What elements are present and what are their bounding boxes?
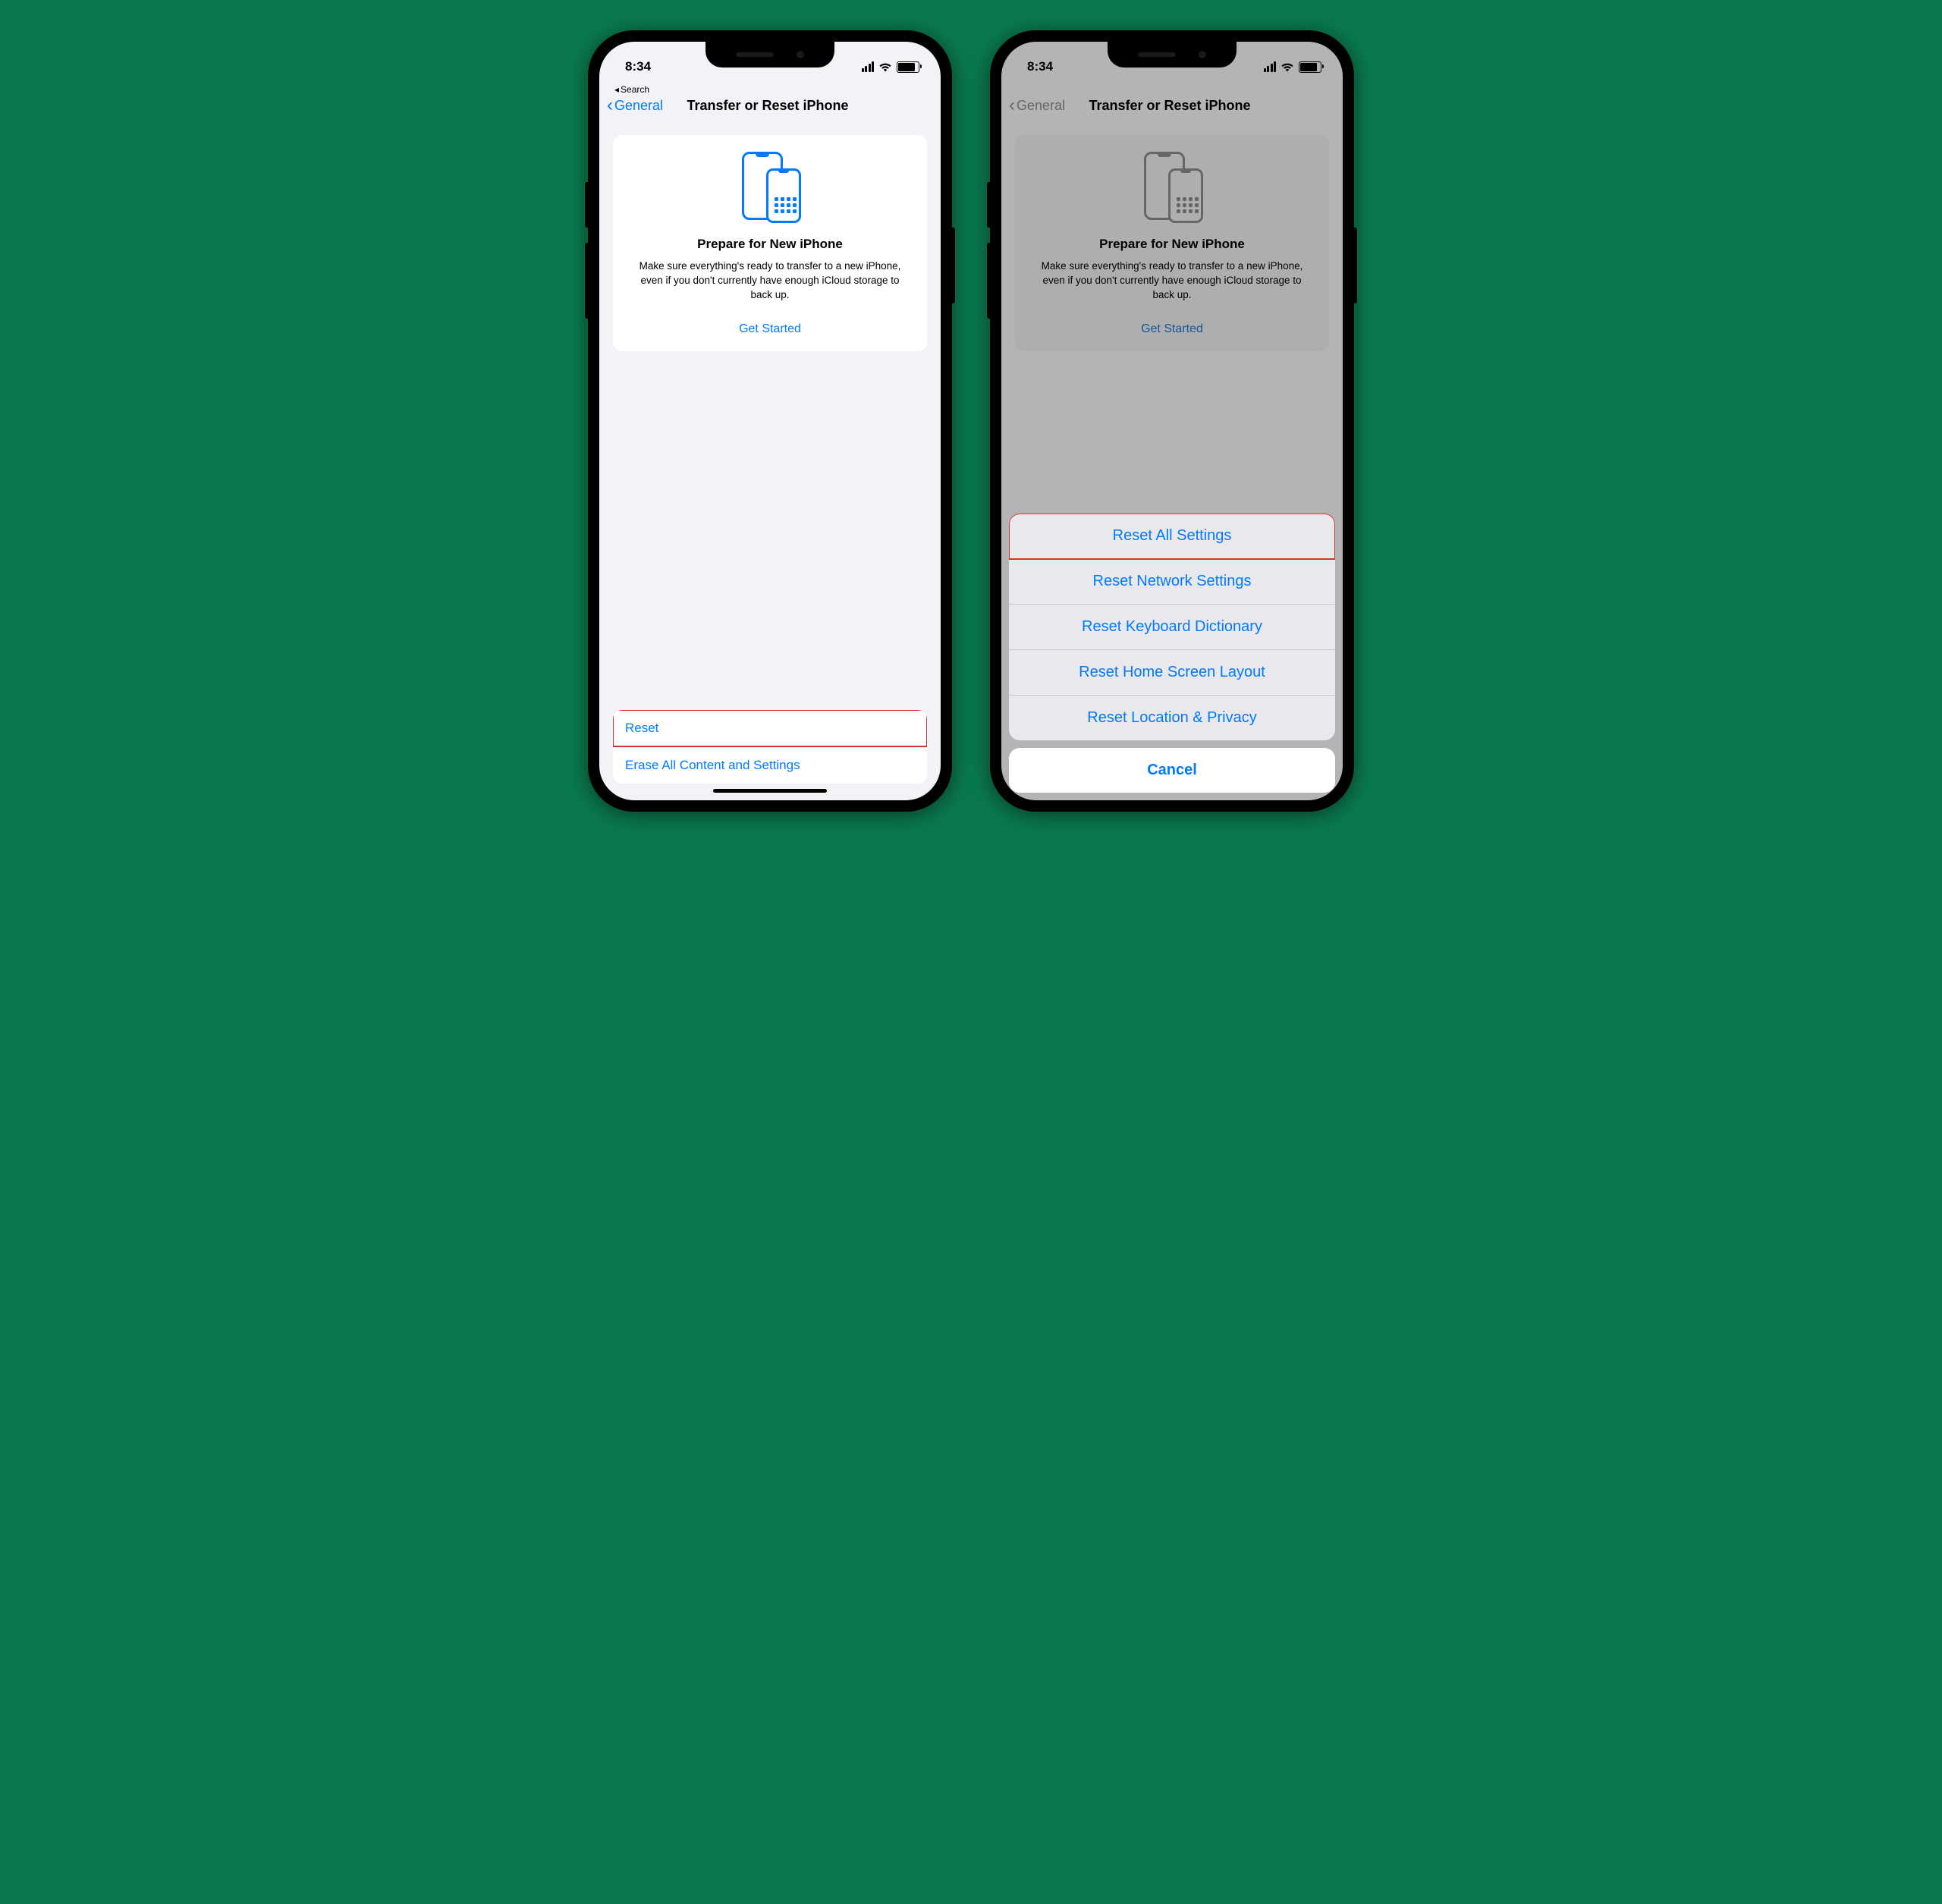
back-button[interactable]: ‹ General — [607, 96, 663, 115]
reset-all-settings-button[interactable]: Reset All Settings — [1009, 514, 1335, 559]
chevron-left-icon: ‹ — [1009, 96, 1015, 115]
chevron-left-icon: ‹ — [607, 96, 613, 115]
page-title: Transfer or Reset iPhone — [687, 98, 848, 114]
back-button: ‹ General — [1009, 96, 1065, 115]
reset-keyboard-dictionary-button[interactable]: Reset Keyboard Dictionary — [1009, 605, 1335, 650]
notch — [1108, 42, 1237, 68]
cell-signal-icon — [1264, 61, 1277, 72]
get-started-button[interactable]: Get Started — [739, 322, 801, 336]
battery-icon — [1299, 61, 1321, 73]
battery-icon — [897, 61, 919, 73]
card-heading: Prepare for New iPhone — [1029, 237, 1315, 252]
get-started-button: Get Started — [1141, 322, 1203, 336]
reset-network-settings-button[interactable]: Reset Network Settings — [1009, 559, 1335, 605]
cell-signal-icon — [862, 61, 875, 72]
nav-header: ‹ General Transfer or Reset iPhone — [599, 95, 941, 121]
nav-header: ‹ General Transfer or Reset iPhone — [1001, 95, 1343, 121]
wifi-icon — [1281, 61, 1294, 72]
bottom-option-list: Reset Erase All Content and Settings — [613, 710, 927, 784]
phone-frame-left: 8:34 ◂ Search ‹ General Transfer or Rese… — [588, 30, 952, 812]
prepare-card: Prepare for New iPhone Make sure everyth… — [1015, 135, 1329, 351]
phone-frame-right: 8:34 ◂ ‹ General Transfer or Reset iPhon… — [990, 30, 1354, 812]
cancel-button[interactable]: Cancel — [1009, 748, 1335, 793]
reset-button[interactable]: Reset — [613, 710, 927, 746]
chevron-left-icon: ◂ — [614, 84, 619, 95]
card-heading: Prepare for New iPhone — [627, 237, 913, 252]
prepare-card: Prepare for New iPhone Make sure everyth… — [613, 135, 927, 351]
screen: 8:34 ◂ ‹ General Transfer or Reset iPhon… — [1001, 42, 1343, 800]
breadcrumb[interactable]: ◂ Search — [599, 84, 941, 95]
reset-action-sheet: Reset All Settings Reset Network Setting… — [1009, 514, 1335, 793]
transfer-devices-icon — [1141, 152, 1203, 223]
reset-location-privacy-button[interactable]: Reset Location & Privacy — [1009, 696, 1335, 740]
home-indicator[interactable] — [713, 789, 827, 793]
notch — [705, 42, 834, 68]
reset-home-screen-layout-button[interactable]: Reset Home Screen Layout — [1009, 650, 1335, 696]
card-body: Make sure everything's ready to transfer… — [1029, 259, 1315, 303]
card-body: Make sure everything's ready to transfer… — [627, 259, 913, 303]
sheet-options: Reset All Settings Reset Network Setting… — [1009, 514, 1335, 740]
transfer-devices-icon — [739, 152, 801, 223]
status-time: 8:34 — [625, 59, 651, 74]
page-title: Transfer or Reset iPhone — [1089, 98, 1250, 114]
erase-all-button[interactable]: Erase All Content and Settings — [613, 746, 927, 784]
status-time: 8:34 — [1027, 59, 1053, 74]
wifi-icon — [878, 61, 892, 72]
screen: 8:34 ◂ Search ‹ General Transfer or Rese… — [599, 42, 941, 800]
